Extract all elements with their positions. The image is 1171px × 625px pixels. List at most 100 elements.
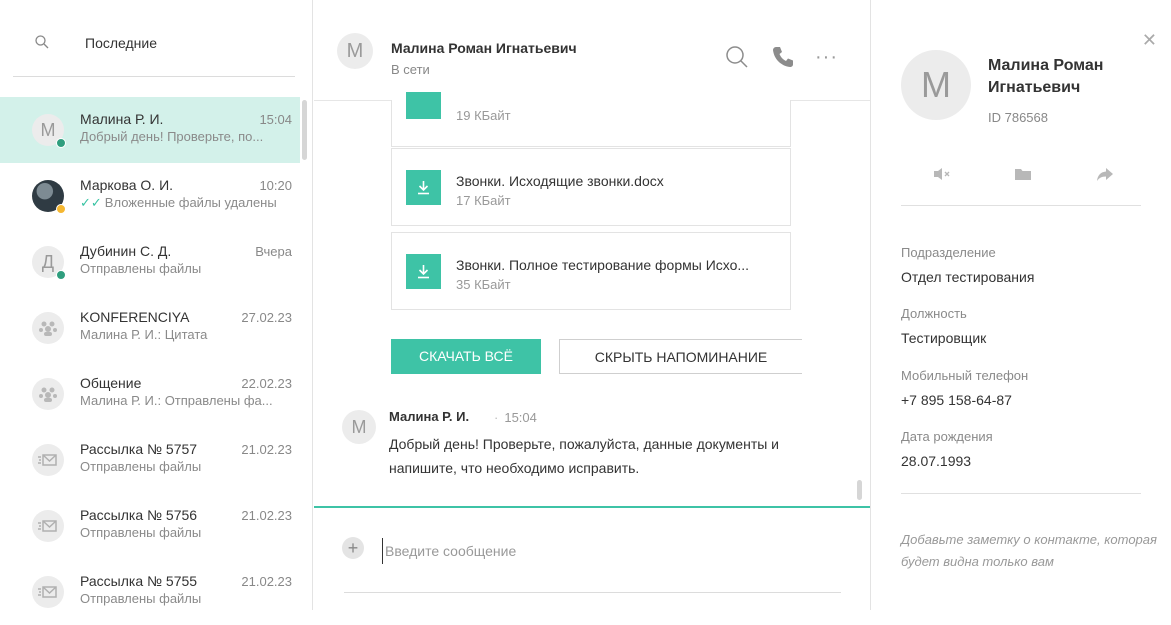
chat-name: Маркова О. И.: [80, 177, 174, 193]
chat-item-malina[interactable]: М Малина Р. И. 15:04 Добрый день! Провер…: [0, 97, 300, 163]
search-bar[interactable]: Последние: [13, 22, 295, 77]
contact-profile-panel: ✕ М Малина Роман Игнатьевич ID 786568 По…: [870, 0, 1171, 610]
file-attachment[interactable]: Звонки. Полное тестирование формы Исхо..…: [391, 232, 791, 310]
folder-icon[interactable]: [1014, 166, 1032, 182]
message-avatar: М: [342, 410, 376, 444]
chat-list: М Малина Р. И. 15:04 Добрый день! Провер…: [0, 97, 300, 625]
chat-time: 22.02.23: [241, 376, 292, 391]
field-value-birthdate: 28.07.1993: [901, 453, 972, 469]
file-size: 35 КБайт: [456, 277, 511, 292]
mailing-icon: [38, 586, 57, 598]
chat-item-markova[interactable]: Маркова О. И. 10:20 ✓✓ Вложенные файлы уд…: [0, 163, 300, 229]
message-author: Малина Р. И.: [389, 409, 470, 424]
contact-name[interactable]: Малина Роман Игнатьевич: [391, 40, 577, 56]
chat-name: Рассылка № 5757: [80, 441, 198, 457]
message-text: Добрый день! Проверьте, пожалуйста, данн…: [389, 436, 780, 476]
chat-name: KONFERENCIYA: [80, 309, 190, 325]
field-value-position: Тестировщик: [901, 330, 987, 346]
field-value-department: Отдел тестирования: [901, 269, 1035, 285]
conversation-header: М Малина Роман Игнатьевич В сети ···: [314, 0, 870, 101]
file-size: 17 КБайт: [456, 193, 511, 208]
chat-name: Общение: [80, 375, 142, 391]
profile-name: Малина Роман Игнатьевич: [988, 57, 1104, 96]
chat-preview: Отправлены файлы: [80, 525, 202, 540]
recent-label: Последние: [85, 35, 158, 51]
field-label-position: Должность: [901, 306, 967, 321]
chat-name: Рассылка № 5755: [80, 573, 198, 589]
chat-preview: Малина Р. И.: Цитата: [80, 327, 208, 342]
conversation-scrollbar[interactable]: [857, 480, 862, 500]
message-time: · 15:04: [494, 410, 537, 425]
chat-item-mailing-5756[interactable]: Рассылка № 5756 21.02.23 Отправлены файл…: [0, 493, 300, 559]
hide-reminder-button[interactable]: СКРЫТЬ НАПОМИНАНИЕ: [559, 339, 802, 374]
field-label-phone: Мобильный телефон: [901, 368, 1029, 383]
group-icon: [39, 387, 57, 402]
profile-avatar: М: [901, 50, 971, 120]
mailing-icon: [38, 520, 57, 532]
chat-item-mailing-5755[interactable]: Рассылка № 5755 21.02.23 Отправлены файл…: [0, 559, 300, 625]
file-name: Звонки. Полное тестирование формы Исхо..…: [456, 257, 750, 273]
chat-time: 15:04: [259, 112, 292, 127]
mailing-avatar: [32, 510, 64, 542]
chat-preview-text: Вложенные файлы удалены: [104, 195, 277, 210]
profile-actions: [901, 150, 1141, 206]
chat-item-konferenciya[interactable]: KONFERENCIYA 27.02.23 Малина Р. И.: Цита…: [0, 295, 300, 361]
message-composer: +: [314, 506, 870, 610]
chat-time: 21.02.23: [241, 508, 292, 523]
chat-time: 21.02.23: [241, 442, 292, 457]
composer-divider: [344, 592, 841, 593]
phone-icon[interactable]: [770, 44, 796, 70]
chat-time: Вчера: [255, 244, 292, 259]
search-icon[interactable]: [35, 35, 49, 49]
chat-preview: Добрый день! Проверьте, по...: [80, 129, 264, 144]
download-icon[interactable]: [406, 170, 441, 205]
chat-preview: Малина Р. И.: Отправлены фа...: [80, 393, 273, 408]
chat-item-mailing-5757[interactable]: Рассылка № 5757 21.02.23 Отправлены файл…: [0, 427, 300, 493]
contact-avatar[interactable]: М: [337, 33, 373, 69]
more-options-icon[interactable]: ···: [815, 46, 838, 69]
file-attachment[interactable]: Звонки. Исходящие звонки.docx 17 КБайт: [391, 148, 791, 226]
download-icon[interactable]: [406, 92, 441, 119]
file-attachment[interactable]: 19 КБайт: [391, 92, 791, 147]
chat-item-obshchenie[interactable]: Общение 22.02.23 Малина Р. И.: Отправлен…: [0, 361, 300, 427]
profile-divider: [901, 493, 1141, 494]
mute-icon[interactable]: [933, 166, 951, 182]
chat-list-panel: Последние М Малина Р. И. 15:04 Добрый де…: [0, 0, 313, 610]
away-status-dot: [56, 204, 66, 214]
contact-note-field[interactable]: Добавьте заметку о контакте, которая буд…: [901, 529, 1161, 573]
chat-time: 27.02.23: [241, 310, 292, 325]
field-label-department: Подразделение: [901, 245, 996, 260]
messenger-window: Последние М Малина Р. И. 15:04 Добрый де…: [0, 0, 1171, 610]
chat-item-dubinin[interactable]: Д Дубинин С. Д. Вчера Отправлены файлы: [0, 229, 300, 295]
contact-status: В сети: [391, 62, 430, 77]
chat-list-scrollbar[interactable]: [302, 100, 307, 160]
field-value-phone[interactable]: +7 895 158-64-87: [901, 392, 1012, 408]
share-icon[interactable]: [1096, 166, 1114, 182]
chat-time: 21.02.23: [241, 574, 292, 589]
chat-time: 10:20: [259, 178, 292, 193]
search-icon[interactable]: [724, 44, 750, 70]
mailing-avatar: [32, 444, 64, 476]
chat-preview: Отправлены файлы: [80, 459, 202, 474]
group-avatar: [32, 378, 64, 410]
chat-preview: Отправлены файлы: [80, 261, 202, 276]
download-arrow-icon: [418, 265, 429, 279]
read-checkmark-icon: ✓✓: [80, 195, 102, 210]
download-all-button[interactable]: СКАЧАТЬ ВСЁ: [391, 339, 541, 374]
chat-name: Дубинин С. Д.: [80, 243, 172, 259]
conversation-panel: М Малина Роман Игнатьевич В сети ··· 19 …: [314, 0, 870, 610]
close-icon[interactable]: ✕: [1142, 30, 1157, 51]
file-name: Звонки. Исходящие звонки.docx: [456, 173, 664, 189]
mailing-icon: [38, 454, 57, 466]
attach-plus-icon[interactable]: +: [342, 537, 364, 559]
mailing-avatar: [32, 576, 64, 608]
message-time-value: 15:04: [504, 410, 537, 425]
download-icon[interactable]: [406, 254, 441, 289]
chat-preview: ✓✓ Вложенные файлы удалены: [80, 195, 292, 211]
chat-preview: Отправлены файлы: [80, 591, 202, 606]
online-status-dot: [56, 138, 66, 148]
profile-id: ID 786568: [988, 110, 1048, 125]
online-status-dot: [56, 270, 66, 280]
group-avatar: [32, 312, 64, 344]
message-input[interactable]: [382, 538, 842, 564]
